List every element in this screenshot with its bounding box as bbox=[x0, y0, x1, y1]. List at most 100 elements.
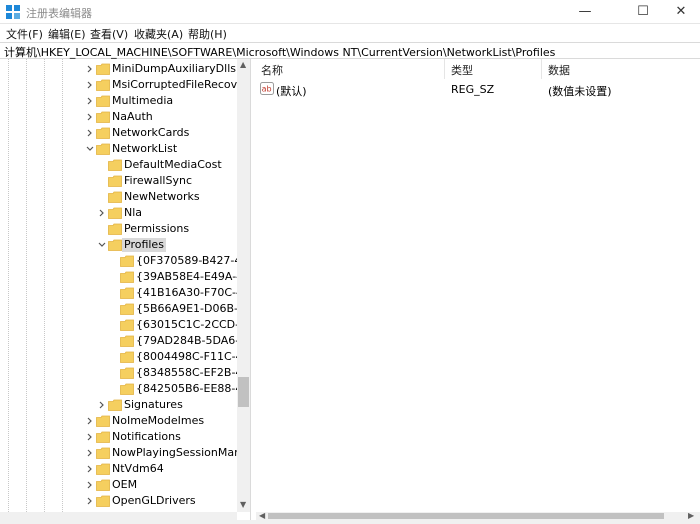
column-header-type[interactable]: 类型 bbox=[451, 62, 473, 78]
tree-item-label: Nla bbox=[124, 206, 143, 219]
maximize-icon: ☐ bbox=[637, 4, 649, 19]
chevron-right-icon[interactable] bbox=[85, 95, 95, 107]
chevron-right-icon[interactable] bbox=[85, 63, 95, 75]
status-strip bbox=[0, 520, 700, 524]
column-divider[interactable] bbox=[541, 59, 542, 79]
menu-edit[interactable]: 编辑(E) bbox=[48, 26, 86, 42]
close-button[interactable]: ✕ bbox=[658, 0, 700, 24]
value-row[interactable]: ab (默认) REG_SZ (数值未设置) bbox=[256, 80, 700, 98]
tree-item[interactable]: NoImeModeImes bbox=[0, 413, 237, 429]
tree-item[interactable]: NewNetworks bbox=[0, 189, 237, 205]
column-header-data[interactable]: 数据 bbox=[548, 62, 570, 78]
folder-icon bbox=[96, 415, 110, 427]
tree-item[interactable]: MsiCorruptedFileRecovery bbox=[0, 77, 250, 93]
tree-item-label: Profiles bbox=[122, 238, 166, 252]
string-value-icon: ab bbox=[260, 82, 274, 95]
tree-item-label: {0F370589-B427-40C7 bbox=[136, 254, 251, 267]
scroll-up-icon[interactable]: ▲ bbox=[240, 60, 246, 70]
menu-view[interactable]: 查看(V) bbox=[90, 26, 128, 42]
tree-item-label: Multimedia bbox=[112, 94, 174, 107]
tree-item[interactable]: OpenGLDrivers bbox=[0, 493, 237, 509]
tree-item[interactable]: NowPlayingSessionManage bbox=[0, 445, 250, 461]
chevron-right-icon[interactable] bbox=[85, 79, 95, 91]
chevron-right-icon[interactable] bbox=[85, 431, 95, 443]
tree-item-label: MiniDumpAuxiliaryDlls bbox=[112, 62, 236, 75]
tree-vertical-scrollbar[interactable]: ▲ ▼ bbox=[237, 59, 250, 512]
chevron-right-icon[interactable] bbox=[97, 399, 107, 411]
tree-item[interactable]: NtVdm64 bbox=[0, 461, 237, 477]
menu-help[interactable]: 帮助(H) bbox=[188, 26, 227, 42]
folder-icon bbox=[96, 463, 110, 475]
tree-item[interactable]: OEM bbox=[0, 477, 237, 493]
tree-item[interactable]: FirewallSync bbox=[0, 173, 237, 189]
folder-icon bbox=[108, 191, 122, 203]
folder-icon bbox=[96, 95, 110, 107]
tree-item[interactable]: DefaultMediaCost bbox=[0, 157, 237, 173]
chevron-right-icon[interactable] bbox=[85, 415, 95, 427]
folder-icon bbox=[120, 271, 134, 283]
tree-item[interactable]: Permissions bbox=[0, 221, 237, 237]
tree-item[interactable]: {8004498C-F11C-41D bbox=[0, 349, 250, 365]
tree-item[interactable]: Notifications bbox=[0, 429, 237, 445]
tree-item[interactable]: {842505B6-EE88-484 bbox=[0, 381, 250, 397]
tree-item-label: {5B66A9E1-D06B-4BE bbox=[136, 302, 251, 315]
column-header-name[interactable]: 名称 bbox=[261, 62, 283, 78]
scroll-down-icon[interactable]: ▼ bbox=[240, 500, 246, 510]
tree-item[interactable]: NetworkCards bbox=[0, 125, 237, 141]
tree-item-label: NtVdm64 bbox=[112, 462, 164, 475]
minimize-icon: — bbox=[578, 4, 592, 19]
chevron-down-icon[interactable] bbox=[85, 143, 95, 155]
tree-item-label: {79AD284B-5DA6-46E bbox=[136, 334, 251, 347]
folder-icon bbox=[108, 239, 122, 251]
tree-item[interactable]: {0F370589-B427-40C7 bbox=[0, 253, 250, 269]
tree-item-label: OpenGLDrivers bbox=[112, 494, 196, 507]
values-scroll-thumb[interactable] bbox=[268, 513, 664, 519]
tree-item[interactable]: Profiles bbox=[0, 237, 237, 253]
tree-item[interactable]: {8348558C-EF2B-42A bbox=[0, 365, 250, 381]
folder-icon bbox=[120, 255, 134, 267]
tree-item-label: {8004498C-F11C-41D bbox=[136, 350, 251, 363]
folder-icon bbox=[96, 127, 110, 139]
folder-icon bbox=[96, 79, 110, 91]
values-horizontal-scrollbar[interactable]: ◀ ▶ bbox=[256, 511, 700, 520]
address-path[interactable]: 计算机\HKEY_LOCAL_MACHINE\SOFTWARE\Microsof… bbox=[4, 44, 555, 60]
folder-icon bbox=[96, 479, 110, 491]
tree-item[interactable]: {39AB58E4-E49A-460 bbox=[0, 269, 250, 285]
chevron-right-icon[interactable] bbox=[85, 479, 95, 491]
tree-item[interactable]: NetworkList bbox=[0, 141, 237, 157]
folder-icon bbox=[120, 335, 134, 347]
folder-icon bbox=[96, 431, 110, 443]
tree-item[interactable]: {79AD284B-5DA6-46E bbox=[0, 333, 250, 349]
tree-item[interactable]: MiniDumpAuxiliaryDlls bbox=[0, 61, 237, 77]
chevron-right-icon[interactable] bbox=[85, 447, 95, 459]
tree-item-label: DefaultMediaCost bbox=[124, 158, 222, 171]
tree-item[interactable]: {63015C1C-2CCD-4F0 bbox=[0, 317, 250, 333]
folder-icon bbox=[96, 495, 110, 507]
folder-icon bbox=[108, 207, 122, 219]
tree-horizontal-scrollbar[interactable] bbox=[0, 512, 237, 520]
chevron-right-icon[interactable] bbox=[85, 111, 95, 123]
minimize-button[interactable]: — bbox=[562, 0, 608, 24]
chevron-right-icon[interactable] bbox=[97, 207, 107, 219]
menu-favorites[interactable]: 收藏夹(A) bbox=[134, 26, 183, 42]
tree-item[interactable]: Signatures bbox=[0, 397, 237, 413]
column-divider[interactable] bbox=[444, 59, 445, 79]
folder-icon bbox=[120, 351, 134, 363]
tree-item-label: Notifications bbox=[112, 430, 181, 443]
values-pane: 名称 类型 数据 ab (默认) REG_SZ (数值未设置) ◀ ▶ bbox=[256, 59, 700, 520]
tree-scroll-thumb[interactable] bbox=[238, 377, 249, 407]
tree-item[interactable]: NaAuth bbox=[0, 109, 237, 125]
folder-icon bbox=[120, 303, 134, 315]
tree-item[interactable]: Multimedia bbox=[0, 93, 237, 109]
chevron-down-icon[interactable] bbox=[97, 239, 107, 251]
menu-file[interactable]: 文件(F) bbox=[6, 26, 43, 42]
chevron-right-icon[interactable] bbox=[85, 463, 95, 475]
chevron-right-icon[interactable] bbox=[85, 127, 95, 139]
folder-icon bbox=[96, 63, 110, 75]
tree-item[interactable]: {5B66A9E1-D06B-4BE bbox=[0, 301, 250, 317]
tree-item-label: NaAuth bbox=[112, 110, 153, 123]
address-bar[interactable]: 计算机\HKEY_LOCAL_MACHINE\SOFTWARE\Microsof… bbox=[0, 42, 700, 59]
tree-item[interactable]: Nla bbox=[0, 205, 237, 221]
tree-item[interactable]: {41B16A30-F70C-42A bbox=[0, 285, 250, 301]
chevron-right-icon[interactable] bbox=[85, 495, 95, 507]
